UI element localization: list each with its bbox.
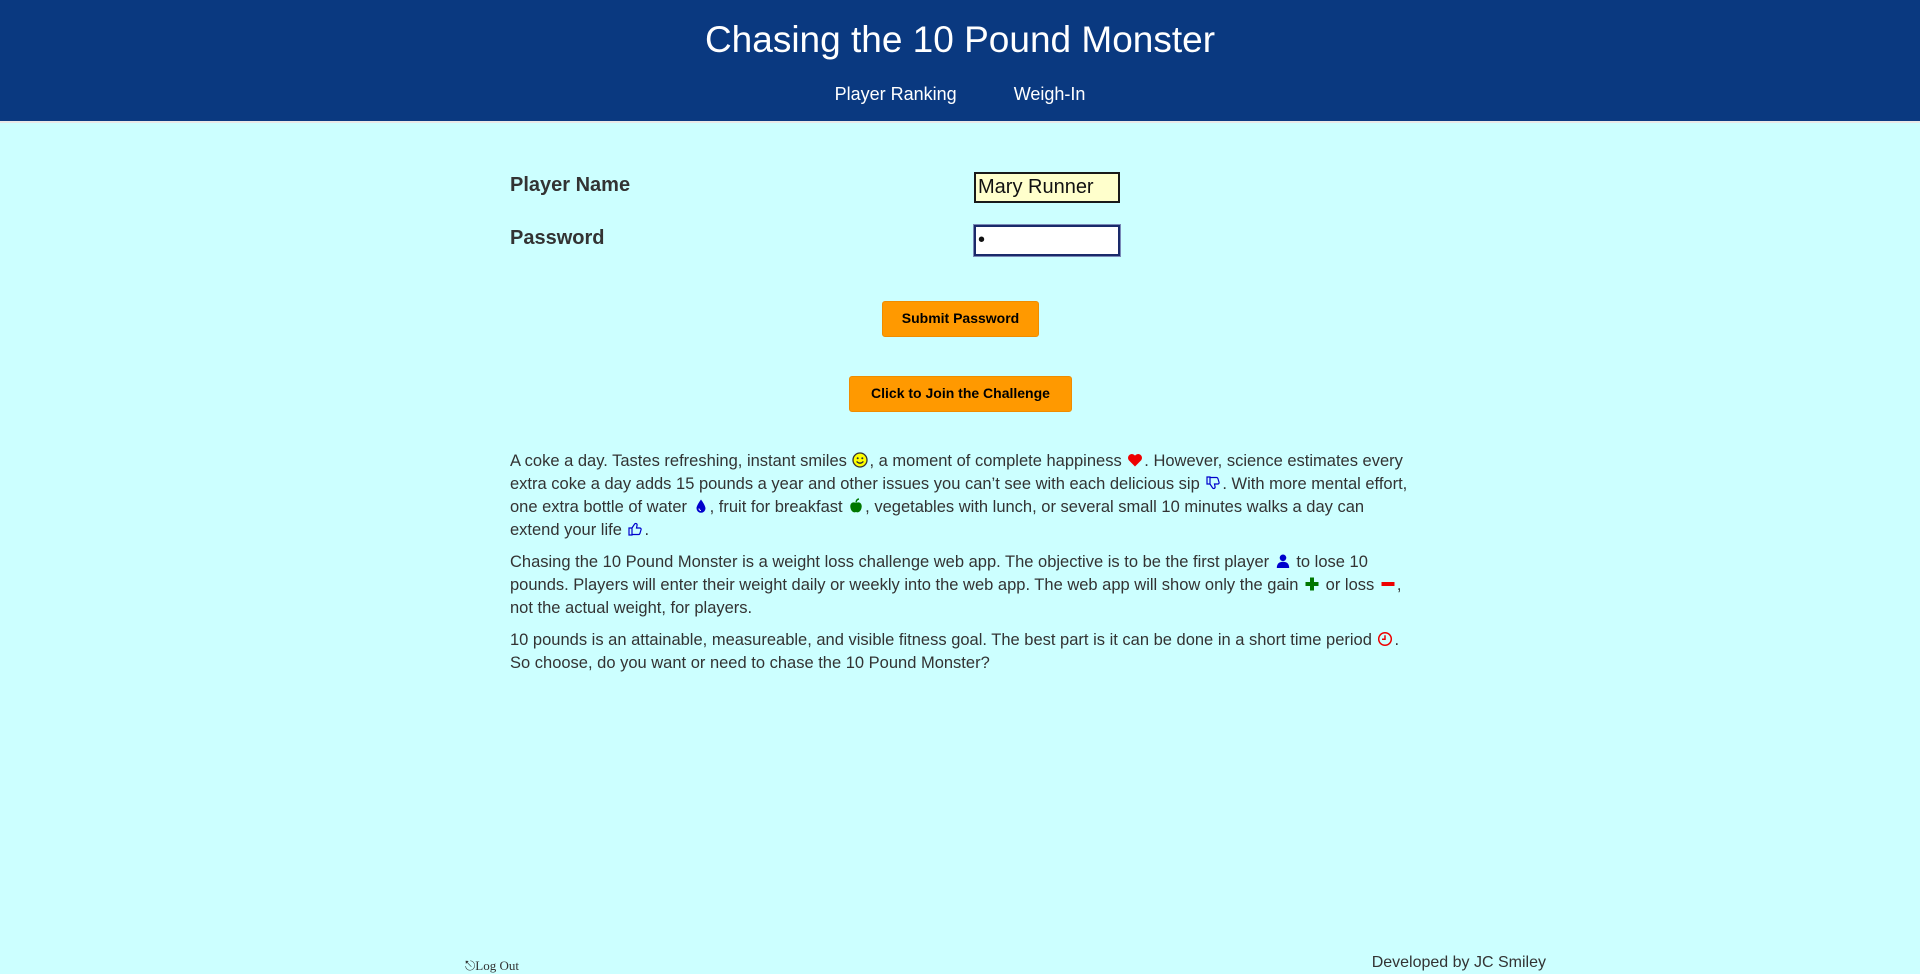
- player-name-input[interactable]: [974, 172, 1120, 203]
- logout-icon: ⎋: [465, 958, 476, 973]
- paragraph-3: 10 pounds is an attainable, measureable,…: [510, 629, 1410, 675]
- text-segment: A coke a day. Tastes refreshing, instant…: [510, 452, 852, 470]
- heart-icon: [1127, 452, 1143, 468]
- text-segment: 10 pounds is an attainable, measureable,…: [510, 631, 1377, 649]
- minus-icon: [1380, 576, 1396, 592]
- apple-icon: [848, 498, 864, 514]
- logout-label: Log Out: [475, 958, 519, 973]
- paragraph-1: A coke a day. Tastes refreshing, instant…: [510, 450, 1410, 542]
- player-name-row: Player Name: [510, 170, 1120, 223]
- paragraph-2: Chasing the 10 Pound Monster is a weight…: [510, 551, 1410, 620]
- smile-icon: [852, 452, 869, 468]
- main-nav: Player Ranking Weigh-In: [0, 83, 1920, 105]
- text-segment: Chasing the 10 Pound Monster is a weight…: [510, 553, 1274, 571]
- thumbs-down-icon: [1205, 475, 1221, 491]
- developer-credit: Developed by JC Smiley: [1371, 954, 1546, 971]
- password-label: Password: [510, 227, 605, 249]
- site-header: Chasing the 10 Pound Monster Player Rank…: [0, 0, 1920, 123]
- thumbs-up-icon: [627, 521, 643, 537]
- password-row: Password: [510, 223, 1121, 276]
- water-drop-icon: [693, 498, 709, 514]
- plus-icon: [1304, 576, 1320, 592]
- text-segment: or loss: [1321, 576, 1379, 594]
- text-segment: , a moment of complete happiness: [869, 452, 1127, 470]
- join-challenge-button[interactable]: Click to Join the Challenge: [849, 376, 1072, 412]
- text-segment: , fruit for breakfast: [709, 498, 848, 516]
- intro-text: A coke a day. Tastes refreshing, instant…: [510, 450, 1410, 684]
- player-name-label: Player Name: [510, 174, 631, 196]
- text-segment: .: [644, 521, 650, 539]
- user-icon: [1275, 553, 1291, 569]
- logout-link[interactable]: ⎋Log Out: [465, 958, 519, 974]
- page-title: Chasing the 10 Pound Monster: [704, 19, 1216, 60]
- nav-weigh-in[interactable]: Weigh-In: [1014, 83, 1086, 105]
- submit-password-button[interactable]: Submit Password: [882, 301, 1039, 337]
- clock-icon: [1377, 631, 1393, 647]
- password-input[interactable]: [973, 224, 1121, 257]
- login-form: Player Name Password: [510, 170, 1121, 276]
- nav-player-ranking[interactable]: Player Ranking: [835, 83, 957, 105]
